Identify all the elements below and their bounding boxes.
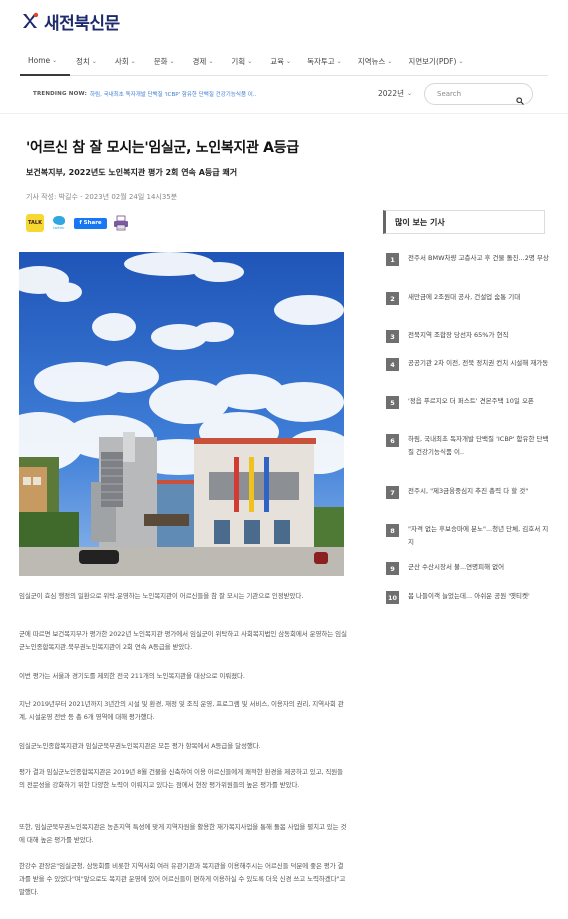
logo-mark-icon (20, 11, 40, 31)
nav-label: 독자투고 (307, 57, 335, 66)
trending-bar: TRENDING NOW: 하림, 국내최초 독자개발 단백질 'ICBP' 함… (33, 88, 256, 100)
print-icon[interactable] (113, 215, 129, 231)
popular-article-item[interactable]: 2 새만금에 2조원대 공사, 건설업 숨통 기대 (386, 291, 551, 305)
popular-article-link[interactable]: 봄 나들이객 늘었는데... 아쉬운 공원 '옛티켓' (408, 590, 551, 604)
article-title: '어르신 참 잘 모시는'임실군, 노인복지관 A등급 (26, 140, 299, 156)
chevron-down-icon: ⌄ (169, 58, 175, 65)
chevron-down-icon: ⌄ (286, 58, 292, 65)
kakao-share-button[interactable]: TALK (26, 214, 44, 232)
nav-label: 문화 (153, 57, 168, 66)
popular-article-link[interactable]: 새만금에 2조원대 공사, 건설업 숨통 기대 (408, 291, 551, 305)
kakao-label: TALK (28, 220, 42, 226)
chevron-down-icon: ⌄ (387, 58, 393, 65)
search-input[interactable] (437, 90, 507, 98)
chevron-down-icon: ⌄ (407, 90, 413, 97)
popular-article-link[interactable]: 전북지역 조합장 당선자 65%가 현직 (408, 329, 551, 343)
nav-label: 기획 (231, 57, 246, 66)
popular-article-item[interactable]: 8 "자격 없는 후보승마에 분노"...청년 단체, 김호서 지지 (386, 523, 551, 548)
article-paragraph: 임실군이 효심 행정의 일환으로 위탁.운영하는 노인복지관이 어르신들을 참 … (19, 592, 304, 600)
nav-item-education[interactable]: 교육 ⌄ (270, 48, 291, 76)
rank-number: 7 (386, 486, 399, 499)
share-buttons: TALK twitter f Share (26, 214, 135, 232)
nav-label: Home (28, 56, 51, 65)
nav-label: 교육 (270, 57, 285, 66)
article-paragraph: 임실군노인종합복지관과 임실군북부권노인복지관은 모든 평가 항목에서 A등급을… (19, 742, 261, 750)
chevron-down-icon: ⌄ (458, 58, 464, 65)
chevron-down-icon: ⌄ (52, 57, 58, 64)
popular-article-link[interactable]: 전주서 BMW차량 고층사고 후 건물 돌진...2명 부상 (408, 252, 551, 266)
article-paragraph: 군에 따르면 보건복지부가 평가한 2022년 노인복지관 평가에서 임실군이 … (19, 630, 347, 651)
facebook-share-button[interactable]: f Share (74, 217, 107, 229)
rank-number: 5 (386, 396, 399, 409)
main-nav: Home ⌄ 정치 ⌄ 사회 ⌄ 문화 ⌄ 경제 ⌄ 기획 ⌄ 교육 ⌄ 독자투고 ⌄ 지역뉴스… (20, 48, 548, 76)
nav-item-society[interactable]: 사회 ⌄ (115, 48, 136, 76)
trending-link[interactable]: 하림, 국내최초 독자개발 단백질 'ICBP' 함유한 단백질 건강기능식품 … (90, 90, 256, 98)
nav-label: 지면보기(PDF) (408, 57, 457, 66)
site-name: 새전북신문 (44, 13, 120, 34)
popular-article-link[interactable]: "자격 없는 후보승마에 분노"...청년 단체, 김호서 지지 (408, 523, 551, 548)
nav-label: 경제 (192, 57, 207, 66)
article-photo[interactable] (19, 252, 344, 576)
popular-article-link[interactable]: 전주시, "제3금융중심지 추진 총력 다 할 것" (408, 485, 551, 499)
nav-item-pdf[interactable]: 지면보기(PDF) ⌄ (408, 48, 463, 76)
year-select[interactable]: 2022년 ⌄ (378, 88, 412, 99)
nav-item-reader-posts[interactable]: 독자투고 ⌄ (307, 48, 342, 76)
site-logo[interactable]: 새전북신문 (20, 9, 120, 34)
year-value: 2022년 (378, 89, 404, 98)
rank-number: 4 (386, 358, 399, 371)
nav-item-feature[interactable]: 기획 ⌄ (231, 48, 252, 76)
rank-number: 9 (386, 562, 399, 575)
chevron-down-icon: ⌄ (247, 58, 253, 65)
popular-article-link[interactable]: 군산 수산시장서 불...연명피해 없어 (408, 561, 551, 575)
chevron-down-icon: ⌄ (208, 58, 214, 65)
popular-article-item[interactable]: 10 봄 나들이객 늘었는데... 아쉬운 공원 '옛티켓' (386, 590, 551, 604)
nav-item-home[interactable]: Home ⌄ (20, 48, 70, 76)
search-icon[interactable] (516, 90, 524, 105)
popular-article-link[interactable]: 하림, 국내최초 독자개발 단백질 'ICBP' 함유한 단백질 건강기능식품 … (408, 433, 551, 458)
popular-article-item[interactable]: 7 전주시, "제3금융중심지 추진 총력 다 할 것" (386, 485, 551, 499)
search-box (424, 83, 533, 105)
article-paragraph: 평가 결과 임실군노인종합복지관은 2019년 8월 건물을 신축하여 이용 어… (19, 768, 344, 789)
nav-item-economy[interactable]: 경제 ⌄ (193, 48, 214, 76)
popular-article-item[interactable]: 9 군산 수산시장서 불...연명피해 없어 (386, 561, 551, 575)
rank-number: 1 (386, 253, 399, 266)
rank-number: 2 (386, 292, 399, 305)
rank-number: 3 (386, 330, 399, 343)
popular-articles-title: 많이 보는 기사 (395, 217, 445, 227)
nav-label: 정치 (76, 57, 90, 66)
popular-article-item[interactable]: 5 '정읍 푸르지오 더 퍼스트' 견본주택 10일 오픈 (386, 395, 551, 409)
twitter-share-button[interactable]: twitter (50, 214, 68, 232)
twitter-label: twitter (53, 226, 65, 230)
article-paragraph: 이번 평가는 서울과 경기도를 제외한 전국 211개의 노인복지관을 대상으로… (19, 672, 245, 680)
header-divider (0, 113, 568, 114)
twitter-icon (53, 216, 65, 225)
rank-number: 6 (386, 434, 399, 447)
article-byline: 기사 작성: 박길수 - 2023년 02월 24일 14시35분 (26, 193, 178, 201)
chevron-down-icon: ⌄ (130, 58, 136, 65)
popular-article-item[interactable]: 6 하림, 국내최초 독자개발 단백질 'ICBP' 함유한 단백질 건강기능식품… (386, 433, 551, 458)
popular-article-item[interactable]: 1 전주서 BMW차량 고층사고 후 건물 돌진...2명 부상 (386, 252, 551, 266)
chevron-down-icon: ⌄ (91, 58, 97, 65)
nav-item-politics[interactable]: 정치 ⌄ (76, 48, 97, 76)
nav-label: 지역뉴스 (357, 57, 386, 66)
nav-item-regional-news[interactable]: 지역뉴스 ⌄ (358, 48, 393, 76)
rank-number: 10 (386, 591, 399, 604)
popular-article-link[interactable]: '정읍 푸르지오 더 퍼스트' 견본주택 10일 오픈 (408, 395, 551, 409)
popular-article-item[interactable]: 3 전북지역 조합장 당선자 65%가 현직 (386, 329, 551, 343)
article-paragraph: 지난 2019년부터 2021년까지 3년간의 시설 및 환경, 재정 및 조직… (19, 700, 344, 721)
popular-article-link[interactable]: 공공기관 2차 이전, 전북 정치권 컨치 시설해 재가동 (408, 357, 551, 371)
popular-article-item[interactable]: 4 공공기관 2차 이전, 전북 정치권 컨치 시설해 재가동 (386, 357, 551, 371)
nav-item-culture[interactable]: 문화 ⌄ (154, 48, 175, 76)
article-paragraph: 또한, 임실군북부권노인복지관은 농촌지역 특성에 맞게 지역자원을 활용한 재… (19, 823, 347, 844)
facebook-label: f Share (79, 220, 102, 226)
popular-articles-header: 많이 보는 기사 (383, 210, 545, 234)
chevron-down-icon: ⌄ (336, 58, 342, 65)
article-subtitle: 보건복지부, 2022년도 노인복지관 평가 2회 연속 A등급 쾌거 (26, 168, 238, 177)
article-paragraph: 한강수 관장은"임실군청, 삼동회를 비롯한 지역사회 여러 유관기관과 복지관… (19, 862, 346, 896)
rank-number: 8 (386, 524, 399, 537)
nav-label: 사회 (114, 57, 129, 66)
trending-label: TRENDING NOW: (33, 91, 87, 97)
